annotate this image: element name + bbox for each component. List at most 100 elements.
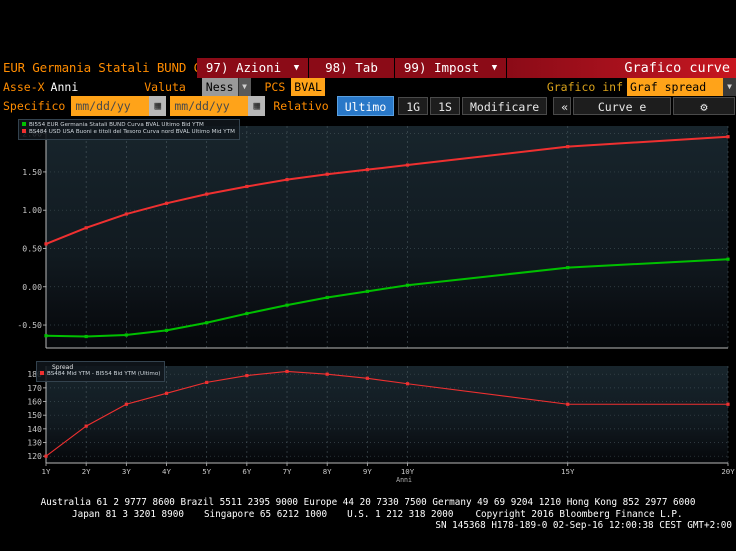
legend-label-bs484: BS484 USD USA Buoni e titoli del Tesoro … [29, 129, 235, 136]
series-marker [205, 192, 209, 196]
footer-session-info: SN 145368 H178-189-0 02-Sep-16 12:00:38 … [435, 520, 732, 532]
series-marker [285, 303, 289, 307]
function-tab-tab-num: 98) [325, 60, 348, 75]
function-tab-tab-label: Tab [355, 60, 378, 75]
y-axis-tick-label: 170 [27, 383, 42, 393]
x-axis-tick-label: 20Y [721, 467, 735, 476]
y-axis-tick-label: 130 [27, 438, 42, 448]
pcs-field[interactable]: BVAL [291, 78, 325, 96]
footer-us: U.S. 1 212 318 2000 [347, 508, 454, 520]
spread-chart-legend: Spread BS484 Mid YTM - BI554 Bid YTM (Ul… [36, 361, 166, 382]
series-marker [84, 226, 88, 230]
series-marker [205, 380, 209, 384]
series-marker [84, 334, 88, 339]
x-axis-tick-label: 8Y [323, 467, 332, 476]
series-marker [325, 172, 329, 176]
calendar-icon[interactable]: ▦ [248, 96, 266, 116]
range-1s-button[interactable]: 1S [430, 97, 460, 115]
header-title-bar: EUR Germania Statali BUND C 97) Azioni ▼… [0, 58, 736, 78]
asse-x-value[interactable]: Anni [51, 78, 79, 96]
y-axis-tick-label: 1.00 [22, 205, 42, 215]
legend-label-bi554: BI554 EUR Germania Statali BUND Curva BV… [29, 122, 204, 128]
series-marker [124, 333, 128, 337]
range-1g-button[interactable]: 1G [398, 97, 429, 115]
legend-entry-spread: BS484 Mid YTM - BI554 Bid YTM (Ultimo) [40, 371, 160, 378]
yield-curve-svg: -0.500.000.501.001.502.00 [0, 116, 736, 358]
ultimo-button[interactable]: Ultimo [336, 96, 395, 116]
toolbar-row-dates: Specifico mm/dd/yy ▦ mm/dd/yy ▦ Relativo… [0, 96, 736, 150]
x-axis-tick-label: 2Y [82, 467, 91, 476]
page-title: Grafico curve [507, 58, 736, 78]
series-marker [84, 424, 88, 428]
asse-x-label: Asse-X [3, 80, 45, 94]
chevron-down-icon[interactable]: ▼ [237, 78, 251, 96]
legend-color-swatch-red [22, 129, 26, 134]
x-axis-label: Anni [396, 476, 412, 484]
valuta-select[interactable]: Ness [201, 78, 238, 96]
y-axis-tick-label: 0.00 [22, 282, 42, 292]
charts-container: -0.500.000.501.001.502.00 BI554 EUR Germ… [0, 116, 736, 491]
series-marker [566, 402, 570, 406]
x-axis-tick-label: 6Y [242, 467, 251, 476]
collapse-button[interactable]: « [553, 97, 572, 115]
x-axis-tick-label: 1Y [42, 467, 51, 476]
modificare-button[interactable]: Modificare [461, 97, 548, 115]
function-tab-azioni-num: 97) [205, 60, 229, 75]
security-title[interactable]: EUR Germania Statali BUND C [0, 58, 197, 78]
series-marker [566, 266, 570, 270]
main-chart-legend: BI554 EUR Germania Statali BUND Curva BV… [18, 119, 240, 140]
footer-line-contacts-2: Japan 81 3 3201 8900 Singapore 65 6212 1… [0, 509, 736, 521]
series-marker [726, 257, 730, 261]
gear-icon[interactable]: ⚙ [673, 97, 735, 115]
series-marker [405, 163, 410, 167]
series-marker [726, 402, 730, 406]
legend-color-swatch-red [40, 371, 44, 376]
x-axis-tick-label: 4Y [162, 467, 171, 476]
x-axis-tick-label: 9Y [363, 467, 372, 476]
top-black-strip [0, 0, 736, 58]
series-marker [164, 328, 169, 332]
calendar-icon[interactable]: ▦ [149, 96, 167, 116]
chevron-down-icon[interactable]: ▼ [723, 78, 736, 96]
series-marker [124, 212, 128, 216]
y-axis-tick-label: 160 [27, 397, 42, 407]
grafico-inf-select[interactable]: Graf spread [627, 78, 723, 96]
series-marker [365, 289, 369, 293]
series-marker [365, 168, 369, 172]
function-tab-tab[interactable]: 98) Tab [309, 58, 395, 78]
y-axis-tick-label: 120 [27, 451, 42, 461]
x-axis-tick-label: 15Y [561, 467, 575, 476]
footer-singapore: Singapore 65 6212 1000 [203, 508, 328, 520]
grafico-inf-label: Grafico inf [546, 80, 623, 94]
chevron-down-icon: ▼ [293, 63, 300, 73]
series-marker [405, 382, 410, 386]
y-axis-tick-label: 140 [27, 424, 42, 434]
spread-legend-title: Spread [52, 364, 74, 371]
x-axis-tick-label: 3Y [122, 467, 131, 476]
footer-copyright: Copyright 2016 Bloomberg Finance L.P. [475, 508, 683, 520]
footer-japan: Japan 81 3 3201 8900 [72, 508, 184, 520]
pcs-label: PCS [264, 80, 286, 94]
x-axis-tick-label: 7Y [283, 467, 292, 476]
function-tab-azioni[interactable]: 97) Azioni ▼ [197, 58, 309, 78]
series-marker [124, 402, 128, 406]
date-to-input[interactable]: mm/dd/yy [170, 96, 249, 116]
series-marker [325, 295, 329, 300]
series-marker [245, 311, 249, 316]
footer: Australia 61 2 9777 8600 Brazil 5511 239… [0, 497, 736, 551]
series-marker [365, 376, 369, 380]
series-marker [164, 201, 169, 205]
footer-line-contacts-1: Australia 61 2 9777 8600 Brazil 5511 239… [40, 497, 696, 508]
spread-chart[interactable]: 120 130 140 150 160 170 180 1Y 2Y 3Y 4Y 5Y 6Y 7Y 8Y 9Y 1… [0, 358, 736, 491]
curve-valore-relativo-button[interactable]: Curve e valore relativo [573, 97, 671, 150]
y-axis-tick-label: -0.50 [17, 320, 42, 330]
bloomberg-terminal-screen: EUR Germania Statali BUND C 97) Azioni ▼… [0, 0, 736, 551]
series-marker [325, 372, 329, 376]
spread-legend-label: BS484 Mid YTM - BI554 Bid YTM (Ultimo) [47, 371, 161, 378]
y-axis-tick-label: 1.50 [22, 167, 42, 177]
function-tab-impost[interactable]: 99) Impost ▼ [395, 58, 507, 78]
date-from-input[interactable]: mm/dd/yy [71, 96, 150, 116]
series-marker [44, 242, 48, 246]
series-marker [726, 135, 730, 139]
yield-curve-chart[interactable]: -0.500.000.501.001.502.00 BI554 EUR Germ… [0, 116, 736, 358]
